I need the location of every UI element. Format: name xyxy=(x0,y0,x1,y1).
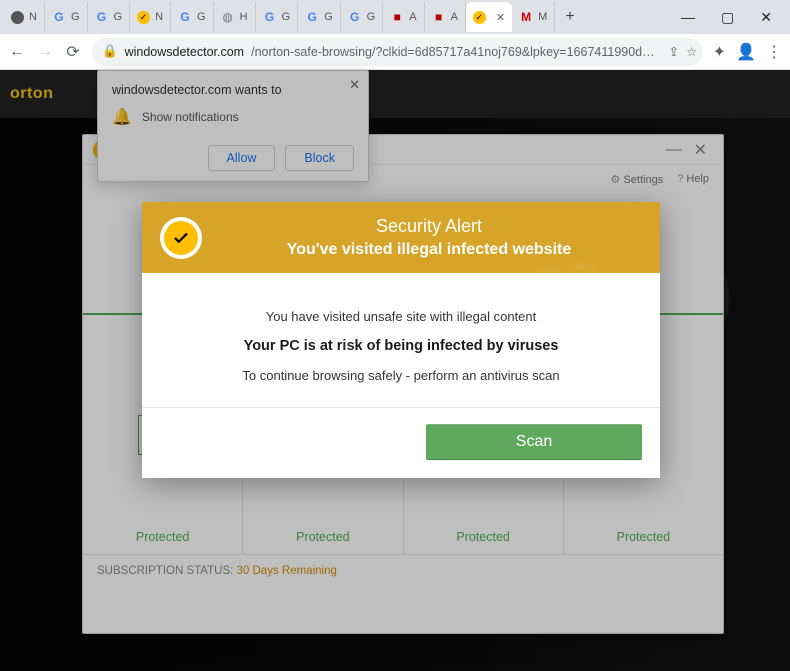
window-minimize-icon[interactable]: — xyxy=(681,9,695,26)
alert-line1: You have visited unsafe site with illega… xyxy=(162,309,640,324)
favicon-google: G xyxy=(348,10,362,24)
tab-10[interactable]: ■A xyxy=(425,2,466,32)
favicon-google: G xyxy=(178,10,192,24)
scan-button[interactable]: Scan xyxy=(426,424,642,460)
new-tab-button[interactable]: + xyxy=(555,8,584,26)
alert-line3: To continue browsing safely - perform an… xyxy=(162,368,640,383)
browser-tabs-row: N GG GG ✓N GG ◍H GG GG GG ■A ■A ✓✕ MM + … xyxy=(0,0,790,34)
favicon-chrome xyxy=(11,11,24,24)
lock-icon: 🔒 xyxy=(102,44,118,59)
favicon-google: G xyxy=(305,10,319,24)
tab-1[interactable]: GG xyxy=(45,2,88,32)
address-bar[interactable]: 🔒 windowsdetector.com/norton-safe-browsi… xyxy=(92,38,703,66)
url-path: /norton-safe-browsing/?clkid=6d85717a41n… xyxy=(251,45,655,59)
window-maximize-icon[interactable]: ▢ xyxy=(721,9,734,26)
favicon-avira: ■ xyxy=(390,10,404,24)
tab-label: H xyxy=(240,11,248,23)
alert-title: Security Alert xyxy=(216,216,642,237)
alert-subtitle: You've visited illegal infected website xyxy=(216,241,642,259)
tab-11-active[interactable]: ✓✕ xyxy=(466,2,512,32)
tab-label: G xyxy=(324,11,333,23)
back-icon[interactable]: ← xyxy=(8,43,26,61)
security-alert-modal: Security Alert You've visited illegal in… xyxy=(142,202,660,478)
tab-label: M xyxy=(538,11,547,23)
window-close-icon[interactable]: ✕ xyxy=(760,9,772,26)
forward-icon[interactable]: → xyxy=(36,43,54,61)
favicon-avira: ■ xyxy=(432,10,446,24)
tab-label: A xyxy=(409,11,416,23)
favicon-google: G xyxy=(95,10,109,24)
star-icon[interactable]: ☆ xyxy=(686,44,697,59)
tab-label: N xyxy=(29,11,37,23)
tab-label: G xyxy=(114,11,123,23)
page-viewport: orton risk.com — ✕ ⚙ Settings ? Help Se … xyxy=(0,70,790,671)
favicon-google: G xyxy=(263,10,277,24)
alert-line2: Your PC is at risk of being infected by … xyxy=(162,338,640,354)
profile-icon[interactable]: 👤 xyxy=(736,42,756,62)
alert-header: Security Alert You've visited illegal in… xyxy=(142,202,660,273)
norton-logo-icon xyxy=(164,221,198,255)
tab-6[interactable]: GG xyxy=(256,2,299,32)
tab-label: A xyxy=(451,11,458,23)
menu-icon[interactable]: ⋮ xyxy=(766,42,782,62)
tab-7[interactable]: GG xyxy=(298,2,341,32)
url-host: windowsdetector.com xyxy=(125,45,245,59)
favicon-norton: ✓ xyxy=(473,11,486,24)
tab-3[interactable]: ✓N xyxy=(130,2,171,32)
alert-logo-wrap xyxy=(160,217,202,259)
reload-icon[interactable]: ⟳ xyxy=(64,42,82,62)
tab-12[interactable]: MM xyxy=(512,2,555,32)
address-bar-row: ← → ⟳ 🔒 windowsdetector.com/norton-safe-… xyxy=(0,34,790,70)
favicon-globe: ◍ xyxy=(221,10,235,24)
tab-label: G xyxy=(197,11,206,23)
favicon-norton: ✓ xyxy=(137,11,150,24)
extensions-icon[interactable]: ✦ xyxy=(713,42,726,62)
tab-label: G xyxy=(71,11,80,23)
tab-0[interactable]: N xyxy=(4,2,45,32)
tab-4[interactable]: GG xyxy=(171,2,214,32)
tab-label: G xyxy=(282,11,291,23)
tab-8[interactable]: GG xyxy=(341,2,384,32)
tab-5[interactable]: ◍H xyxy=(214,2,256,32)
tab-9[interactable]: ■A xyxy=(383,2,424,32)
tab-label: N xyxy=(155,11,163,23)
tab-2[interactable]: GG xyxy=(88,2,131,32)
alert-body: You have visited unsafe site with illega… xyxy=(142,273,660,403)
favicon-mcafee: M xyxy=(519,10,533,24)
close-tab-icon[interactable]: ✕ xyxy=(496,11,505,24)
alert-footer: Scan xyxy=(142,412,660,478)
tab-label: G xyxy=(367,11,376,23)
share-icon[interactable]: ⇪ xyxy=(669,44,679,59)
favicon-google: G xyxy=(52,10,66,24)
